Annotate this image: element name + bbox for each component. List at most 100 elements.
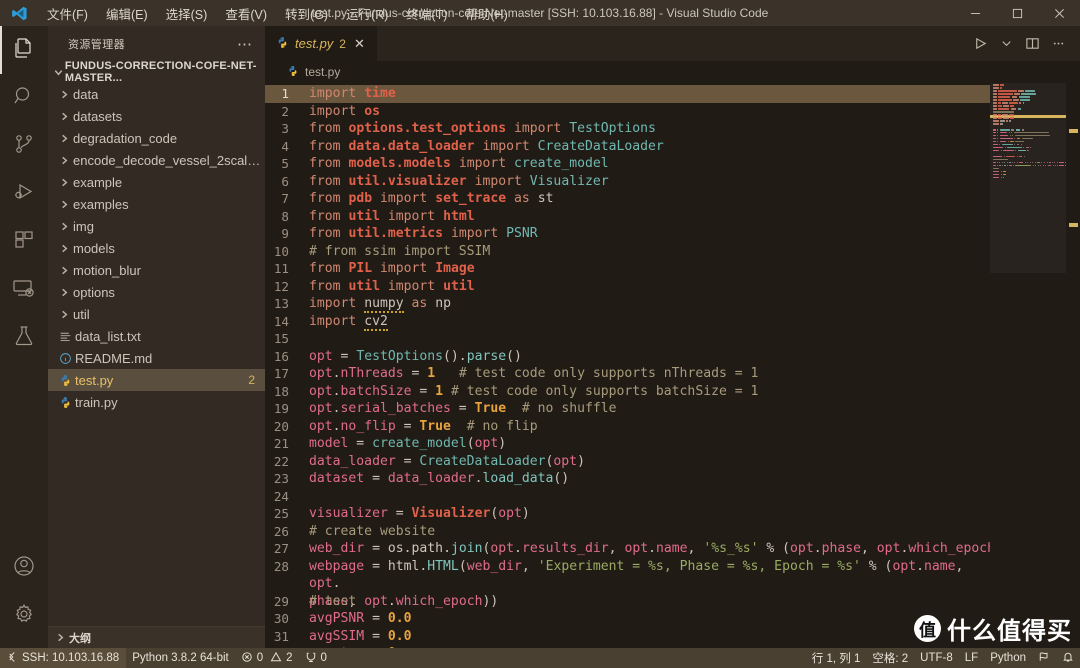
activity-testing[interactable] bbox=[0, 314, 48, 362]
status-notifications[interactable] bbox=[1056, 648, 1080, 668]
code-line[interactable]: 13import numpy as np bbox=[265, 295, 990, 313]
code-line[interactable]: 3from options.test_options import TestOp… bbox=[265, 120, 990, 138]
tree-item-data[interactable]: data bbox=[48, 83, 265, 105]
code-line[interactable]: 22data_loader = CreateDataLoader(opt) bbox=[265, 453, 990, 471]
tree-item-util[interactable]: util bbox=[48, 303, 265, 325]
code-text[interactable]: avgPSNR = 0.0 bbox=[309, 610, 412, 628]
code-line[interactable]: 1import time bbox=[265, 85, 990, 103]
tab-test-py[interactable]: test.py 2 ✕ bbox=[265, 26, 378, 61]
code-line[interactable]: 11from PIL import Image bbox=[265, 260, 990, 278]
menu-file[interactable]: 文件(F) bbox=[38, 1, 97, 26]
minimize-button[interactable] bbox=[954, 0, 996, 26]
code-text[interactable]: from pdb import set_trace as st bbox=[309, 190, 553, 208]
activity-search[interactable] bbox=[0, 74, 48, 122]
tree-item-datasets[interactable]: datasets bbox=[48, 105, 265, 127]
code-text[interactable]: avgSSIM = 0.0 bbox=[309, 628, 412, 646]
code-text[interactable]: # create website bbox=[309, 523, 435, 541]
code-line[interactable]: 16opt = TestOptions().parse() bbox=[265, 348, 990, 366]
code-line[interactable]: 6from util.visualizer import Visualizer bbox=[265, 173, 990, 191]
status-remote-ssh[interactable]: SSH: 10.103.16.88 bbox=[0, 648, 126, 668]
menu-run[interactable]: 运行(R) bbox=[337, 1, 397, 26]
code-line[interactable]: 24 bbox=[265, 488, 990, 506]
code-line[interactable]: 5from models.models import create_model bbox=[265, 155, 990, 173]
run-options-chevron-down-icon[interactable] bbox=[994, 30, 1018, 58]
code-text[interactable]: import time bbox=[309, 85, 396, 103]
code-line[interactable]: 20opt.no_flip = True # no flip bbox=[265, 418, 990, 436]
menu-edit[interactable]: 编辑(E) bbox=[97, 1, 157, 26]
breadcrumb[interactable]: test.py bbox=[265, 61, 1080, 83]
window-controls[interactable] bbox=[954, 0, 1080, 26]
activity-source-control[interactable] bbox=[0, 122, 48, 170]
tree-item-test-py[interactable]: test.py2 bbox=[48, 369, 265, 391]
activity-explorer[interactable] bbox=[0, 26, 48, 74]
code-text[interactable]: web_dir = os.path.join(opt.results_dir, … bbox=[309, 540, 1011, 558]
code-line[interactable]: 7from pdb import set_trace as st bbox=[265, 190, 990, 208]
run-python-file-button[interactable] bbox=[968, 30, 992, 58]
code-editor[interactable]: 1import time2import os3from options.test… bbox=[265, 83, 1080, 648]
activity-remote-explorer[interactable] bbox=[0, 266, 48, 314]
status-python-interpreter[interactable]: Python 3.8.2 64-bit bbox=[126, 648, 235, 668]
code-text[interactable]: # from ssim import SSIM bbox=[309, 243, 490, 261]
code-text[interactable]: opt.serial_batches = True # no shuffle bbox=[309, 400, 617, 418]
code-line[interactable]: 8from util import html bbox=[265, 208, 990, 226]
maximize-button[interactable] bbox=[996, 0, 1038, 26]
tree-item-data_list-txt[interactable]: data_list.txt bbox=[48, 325, 265, 347]
code-line[interactable]: 26# create website bbox=[265, 523, 990, 541]
code-text[interactable]: from data.data_loader import CreateDataL… bbox=[309, 138, 664, 156]
activity-accounts[interactable] bbox=[0, 544, 48, 592]
overview-ruler[interactable] bbox=[1066, 83, 1080, 648]
code-text[interactable]: data_loader = CreateDataLoader(opt) bbox=[309, 453, 585, 471]
activity-extensions[interactable] bbox=[0, 218, 48, 266]
code-text[interactable]: from util import util bbox=[309, 278, 475, 296]
code-line[interactable]: 18opt.batchSize = 1 # test code only sup… bbox=[265, 383, 990, 401]
tree-item-example[interactable]: example bbox=[48, 171, 265, 193]
tab-close-icon[interactable]: ✕ bbox=[352, 36, 367, 52]
sidebar-more-actions[interactable]: ⋯ bbox=[231, 35, 259, 53]
breadcrumb-file[interactable]: test.py bbox=[305, 65, 340, 79]
tree-item-motion_blur[interactable]: motion_blur bbox=[48, 259, 265, 281]
tree-item-options[interactable]: options bbox=[48, 281, 265, 303]
more-actions-ellipsis-icon[interactable] bbox=[1046, 30, 1070, 58]
code-text[interactable]: from options.test_options import TestOpt… bbox=[309, 120, 656, 138]
code-line[interactable]: 2import os bbox=[265, 103, 990, 121]
close-button[interactable] bbox=[1038, 0, 1080, 26]
status-cursor-position[interactable]: 行 1, 列 1 bbox=[806, 648, 867, 668]
code-text[interactable]: dataset = data_loader.load_data() bbox=[309, 470, 569, 488]
code-text[interactable]: import cv2 bbox=[309, 313, 388, 331]
code-text[interactable]: import os bbox=[309, 103, 380, 121]
activity-run-debug[interactable] bbox=[0, 170, 48, 218]
tree-item-encode_decode_vessel_2scale_atten1---[interactable]: encode_decode_vessel_2scale_atten1... bbox=[48, 149, 265, 171]
code-line[interactable]: 27web_dir = os.path.join(opt.results_dir… bbox=[265, 540, 990, 558]
tree-item-examples[interactable]: examples bbox=[48, 193, 265, 215]
code-text[interactable]: # test bbox=[309, 593, 356, 611]
menu-terminal[interactable]: 终端(T) bbox=[397, 1, 456, 26]
code-line[interactable]: 25visualizer = Visualizer(opt) bbox=[265, 505, 990, 523]
code-text[interactable]: opt.nThreads = 1 # test code only suppor… bbox=[309, 365, 758, 383]
code-line[interactable]: 4from data.data_loader import CreateData… bbox=[265, 138, 990, 156]
minimap[interactable] bbox=[990, 83, 1066, 648]
status-language-mode[interactable]: Python bbox=[984, 648, 1032, 668]
code-line[interactable]: 30avgPSNR = 0.0 bbox=[265, 610, 990, 628]
tree-item-readme-md[interactable]: README.md bbox=[48, 347, 265, 369]
tree-item-train-py[interactable]: train.py bbox=[48, 391, 265, 413]
code-text[interactable]: from models.models import create_model bbox=[309, 155, 609, 173]
activity-bar[interactable] bbox=[0, 26, 48, 648]
code-text[interactable]: from util.metrics import PSNR bbox=[309, 225, 538, 243]
code-line[interactable]: 19opt.serial_batches = True # no shuffle bbox=[265, 400, 990, 418]
code-line[interactable]: 10# from ssim import SSIM bbox=[265, 243, 990, 261]
code-text[interactable]: counter = 0 bbox=[309, 645, 396, 648]
status-indentation[interactable]: 空格: 2 bbox=[866, 648, 914, 668]
file-tree[interactable]: FUNDUS-CORRECTION-COFE-NET-MASTER... dat… bbox=[48, 61, 265, 626]
code-text[interactable]: from util.visualizer import Visualizer bbox=[309, 173, 609, 191]
sidebar-outline-section[interactable]: 大纲 bbox=[48, 626, 265, 648]
code-text[interactable]: import numpy as np bbox=[309, 295, 451, 313]
status-feedback[interactable] bbox=[1032, 648, 1056, 668]
tree-item-degradation_code[interactable]: degradation_code bbox=[48, 127, 265, 149]
code-text[interactable]: opt.no_flip = True # no flip bbox=[309, 418, 538, 436]
code-line[interactable]: 14import cv2 bbox=[265, 313, 990, 331]
code-text[interactable]: from PIL import Image bbox=[309, 260, 475, 278]
menu-view[interactable]: 查看(V) bbox=[216, 1, 276, 26]
code-line[interactable]: 23dataset = data_loader.load_data() bbox=[265, 470, 990, 488]
tree-item-img[interactable]: img bbox=[48, 215, 265, 237]
code-text[interactable]: opt.batchSize = 1 # test code only suppo… bbox=[309, 383, 758, 401]
